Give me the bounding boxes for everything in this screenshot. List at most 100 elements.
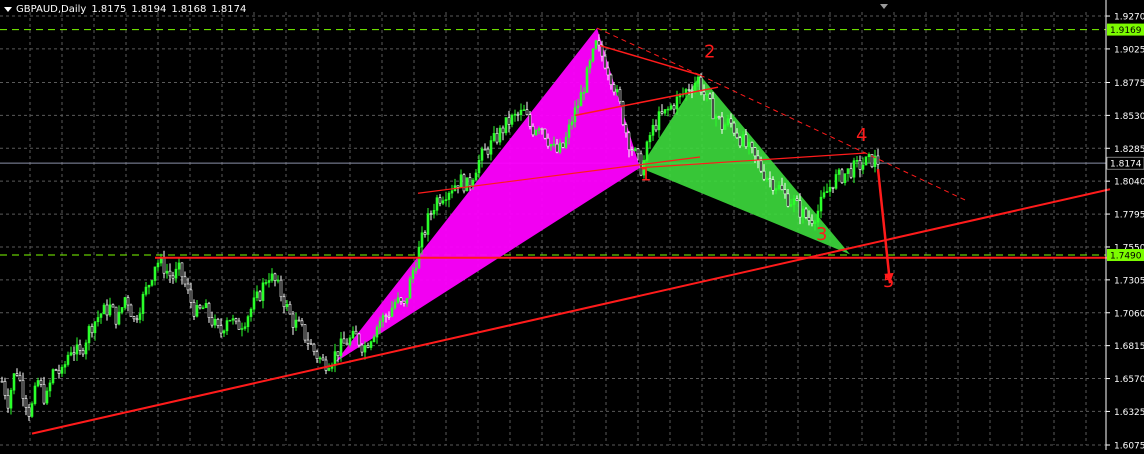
candle-body: [462, 174, 466, 192]
axis-tick-label: 1.7795: [1114, 211, 1144, 221]
candle-body: [519, 109, 523, 116]
candle-body: [696, 76, 700, 84]
candle-body: [615, 89, 619, 93]
scroll-marker-icon: [880, 4, 888, 9]
candle-body: [24, 398, 28, 408]
candle-body: [372, 336, 376, 342]
candle-body: [609, 74, 613, 85]
candle-body: [585, 67, 589, 93]
candle-body: [258, 291, 262, 301]
candle-body: [153, 266, 157, 281]
candle-body: [858, 160, 862, 170]
candle-body: [582, 92, 586, 94]
candle-body: [303, 324, 307, 341]
candle-body: [132, 316, 136, 320]
candle-body: [864, 156, 868, 166]
candle-body: [843, 173, 847, 184]
candle-body: [516, 113, 520, 116]
candle-body: [717, 116, 721, 118]
candle-body: [741, 134, 745, 147]
candle-body: [222, 330, 226, 334]
candle-body: [468, 177, 472, 187]
candle-body: [432, 210, 436, 215]
candle-body: [48, 382, 52, 392]
candle-body: [594, 40, 598, 50]
candle-body: [612, 84, 616, 93]
candle-body: [522, 109, 526, 111]
candle-body: [255, 291, 259, 299]
candle-body: [177, 262, 181, 270]
candle-body: [477, 160, 481, 174]
candle-body: [660, 111, 664, 114]
candle-body: [246, 316, 250, 328]
candle-body: [651, 124, 655, 136]
candle-body: [186, 283, 190, 291]
candle-body: [429, 213, 433, 215]
candle-body: [657, 111, 661, 131]
candle-body: [603, 55, 607, 69]
candle-body: [750, 142, 754, 148]
candle-body: [171, 275, 175, 279]
ohlc-low: 1.8168: [171, 4, 207, 15]
candle-body: [321, 357, 325, 361]
candle-body: [366, 345, 370, 348]
candle-body: [141, 294, 145, 314]
candle-body: [81, 350, 85, 355]
candle-body: [276, 279, 280, 282]
pattern-point-label: 3: [816, 224, 827, 245]
candle-body: [702, 91, 706, 96]
candle-body: [525, 109, 529, 115]
axis-tick-label: 1.9025: [1114, 45, 1144, 55]
candle-body: [780, 185, 784, 190]
collapse-triangle-icon[interactable]: [4, 6, 12, 12]
pattern-point-label: 5: [883, 271, 894, 292]
candle-body: [69, 352, 73, 356]
candle-body: [564, 137, 568, 148]
candle-body: [285, 304, 289, 308]
candle-body: [204, 303, 208, 309]
candle-body: [12, 373, 16, 391]
candle-body: [801, 208, 805, 218]
candle-body: [168, 270, 172, 277]
candle-body: [99, 313, 103, 318]
chart-area[interactable]: 1 2 3 4 5 1.9270 1.9025 1.8775 1.8530 1.8285 1.80…: [0, 0, 1144, 452]
candle-body: [213, 318, 217, 326]
current-price-label: 1.8174: [1110, 160, 1142, 170]
candle-body: [363, 345, 367, 353]
candle-body: [9, 389, 13, 409]
candle-body: [507, 117, 511, 125]
candle-body: [126, 297, 130, 306]
candle-body: [567, 124, 571, 138]
candle-body: [591, 48, 595, 62]
level-price-label: 1.9169: [1110, 26, 1142, 36]
candle-body: [21, 379, 25, 399]
candle-body: [789, 204, 793, 207]
candle-body: [552, 143, 556, 146]
candle-body: [792, 198, 796, 205]
symbol-timeframe: GBPAUD,Daily: [16, 4, 87, 15]
candle-body: [237, 320, 241, 330]
candle-body: [327, 368, 331, 371]
candles: [0, 34, 880, 421]
candle-body: [504, 117, 508, 134]
candle-body: [762, 170, 766, 180]
candle-body: [102, 304, 106, 315]
axis-tick-label: 1.6325: [1114, 408, 1144, 418]
axis-tick-label: 1.7305: [1114, 276, 1144, 286]
pattern-point-label: 4: [856, 125, 867, 146]
candle-body: [396, 297, 400, 303]
candle-body: [627, 132, 631, 151]
candle-body: [36, 380, 40, 387]
candle-body: [435, 197, 439, 211]
candle-body: [759, 160, 763, 172]
candle-body: [804, 208, 808, 218]
candle-body: [624, 124, 628, 134]
candle-body: [711, 98, 715, 120]
candle-body: [66, 354, 70, 365]
candle-body: [549, 144, 553, 147]
axis-tick-label: 1.8775: [1114, 79, 1144, 89]
candle-body: [348, 337, 352, 346]
candle-body: [618, 89, 622, 103]
candle-body: [555, 143, 559, 153]
candle-body: [648, 135, 652, 143]
